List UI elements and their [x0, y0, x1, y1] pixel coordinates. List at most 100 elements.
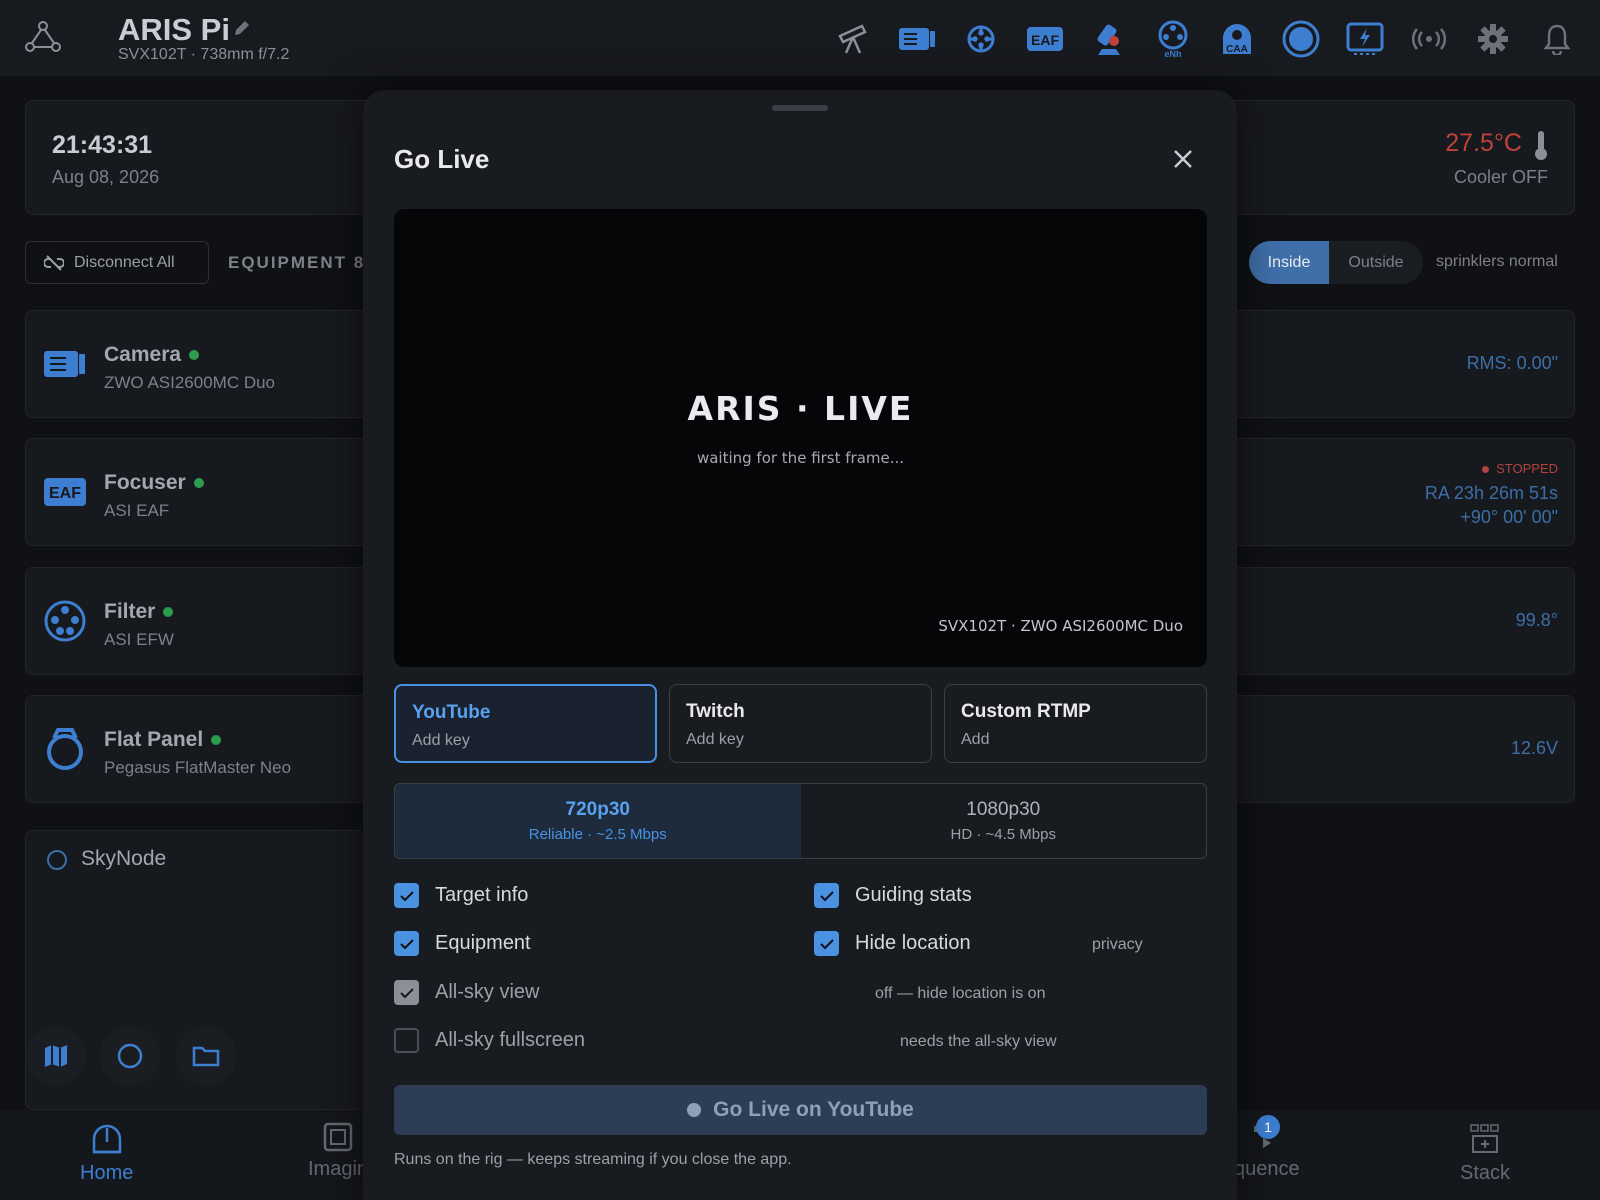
ewh-icon-text: eNh [1164, 49, 1181, 58]
eaf-icon: EAF [44, 478, 86, 506]
option-target-info[interactable]: Target info [394, 883, 528, 908]
telescope-icon[interactable] [832, 18, 874, 60]
allsky-fullscreen-note: needs the all-sky view [900, 1033, 1057, 1050]
device-model: ZWO ASI2600MC Duo [104, 373, 276, 392]
option-label: All-sky fullscreen [435, 1029, 586, 1051]
option-label: All-sky view [435, 981, 540, 1003]
nav-imaging-label: Imagin [308, 1158, 369, 1180]
option-label: Guiding stats [855, 884, 972, 906]
bell-icon[interactable] [1536, 18, 1578, 60]
nav-stack[interactable]: Stack [1460, 1122, 1510, 1185]
toggle-outside[interactable]: Outside [1329, 241, 1423, 284]
device-name: Camera [104, 343, 200, 367]
drag-handle[interactable] [772, 105, 828, 111]
nav-imaging[interactable]: Imagin [308, 1122, 368, 1181]
nav-stack-label: Stack [1460, 1162, 1511, 1184]
observatory-icon [92, 1124, 121, 1154]
platform-sub: Add key [412, 732, 470, 749]
mount-status-badge: STOPPED [1482, 461, 1558, 476]
check-icon [399, 938, 414, 949]
option-guiding-stats[interactable]: Guiding stats [814, 883, 972, 908]
filter-value: 99.8° [1515, 610, 1558, 630]
folder-icon [192, 1046, 220, 1067]
nav-home-label: Home [80, 1162, 134, 1184]
platform-sub: Add key [686, 731, 744, 748]
platform-name: YouTube [412, 702, 491, 723]
mount-icon[interactable] [1088, 18, 1130, 60]
checkbox-checked[interactable] [814, 883, 839, 908]
caa-icon[interactable]: CAA [1216, 18, 1258, 60]
disconnect-all-button[interactable]: Disconnect All [25, 241, 209, 284]
voltage-value: 12.6V [1510, 738, 1558, 758]
option-label: Target info [435, 884, 529, 906]
toggle-inside[interactable]: Inside [1249, 241, 1329, 284]
status-ring-icon [47, 850, 67, 870]
checkbox-disabled[interactable] [394, 980, 419, 1005]
checkbox-checked[interactable] [814, 931, 839, 956]
pencil-icon[interactable] [232, 18, 252, 38]
option-allsky-view[interactable]: All-sky view [394, 980, 539, 1005]
option-equipment[interactable]: Equipment [394, 931, 531, 956]
option-label: Hide location [855, 932, 971, 954]
platform-twitch[interactable]: Twitch Add key [669, 684, 932, 763]
camera-icon[interactable] [896, 18, 938, 60]
quality-720p30[interactable]: 720p30 Reliable · ~2.5 Mbps [395, 784, 801, 858]
platform-youtube[interactable]: YouTube Add key [394, 684, 657, 763]
quality-selector: 720p30 Reliable · ~2.5 Mbps 1080p30 HD ·… [394, 783, 1207, 859]
sequence-count-badge: 1 [1256, 1115, 1280, 1139]
quality-name: 1080p30 [966, 799, 1041, 820]
go-live-modal: Go Live ARIS · LIVE waiting for the firs… [363, 90, 1237, 1200]
preview-subtitle: waiting for the first frame... [696, 449, 905, 467]
close-icon [1174, 150, 1192, 168]
network-logo-icon [25, 21, 61, 52]
platform-name: Twitch [686, 701, 745, 722]
record-dot-icon [687, 1103, 702, 1117]
caa-icon-text: CAA [1226, 44, 1248, 55]
platform-custom-rtmp[interactable]: Custom RTMP Add [944, 684, 1207, 763]
map-icon [45, 1045, 67, 1067]
checkbox-unchecked[interactable] [394, 1028, 419, 1053]
option-allsky-fullscreen[interactable]: All-sky fullscreen [394, 1028, 585, 1053]
circle-button[interactable] [100, 1026, 160, 1086]
folder-button[interactable] [176, 1026, 236, 1086]
sensor-icon [323, 1122, 353, 1152]
unlink-icon [44, 254, 64, 271]
device-model: ASI EFW [104, 630, 174, 649]
close-button[interactable] [1169, 145, 1197, 173]
allsky-view-note: off — hide location is on [875, 985, 1046, 1002]
sensor-temperature: 27.5°C [1445, 129, 1522, 157]
device-model: ASI EAF [104, 501, 170, 520]
wireless-icon[interactable] [1408, 18, 1450, 60]
flat-panel-icon [47, 728, 83, 770]
checkbox-checked[interactable] [394, 883, 419, 908]
inside-outside-toggle: Inside Outside [1249, 241, 1423, 284]
platform-sub: Add [961, 731, 990, 748]
equipment-section-label: EQUIPMENT 8 [228, 253, 366, 272]
guider-icon[interactable] [960, 18, 1002, 60]
hide-location-note: privacy [1092, 936, 1143, 953]
device-name: Filter [104, 600, 174, 624]
flat-panel-icon[interactable] [1280, 18, 1322, 60]
go-live-button[interactable]: Go Live on YouTube [394, 1085, 1207, 1135]
skynode-name: SkyNode [81, 847, 167, 870]
filter-wheel-icon[interactable]: eNh [1152, 18, 1194, 60]
option-hide-location[interactable]: Hide location [814, 931, 971, 956]
top-bar: ARIS Pi SVX102T · 738mm f/7.2 EAF eNh CA… [0, 0, 1600, 76]
device-name: Focuser [104, 471, 204, 495]
checkbox-checked[interactable] [394, 931, 419, 956]
option-label: Equipment [435, 932, 531, 954]
circle-icon [117, 1043, 143, 1069]
modal-title: Go Live [394, 144, 490, 174]
stream-preview: ARIS · LIVE waiting for the first frame.… [394, 209, 1207, 667]
quality-name: 720p30 [565, 799, 630, 820]
quality-sub: Reliable · ~2.5 Mbps [528, 826, 667, 843]
eaf-icon-text: EAF [49, 485, 81, 502]
quality-1080p30[interactable]: 1080p30 HD · ~4.5 Mbps [801, 784, 1207, 858]
eaf-icon[interactable]: EAF [1024, 18, 1066, 60]
power-box-icon[interactable] [1344, 18, 1386, 60]
guiding-rms: RMS: 0.00" [1466, 353, 1558, 373]
gear-icon[interactable] [1472, 18, 1514, 60]
nav-home[interactable]: Home [80, 1122, 133, 1185]
map-button[interactable] [26, 1026, 86, 1086]
mount-ra: RA 23h 26m 51s [1424, 483, 1558, 503]
